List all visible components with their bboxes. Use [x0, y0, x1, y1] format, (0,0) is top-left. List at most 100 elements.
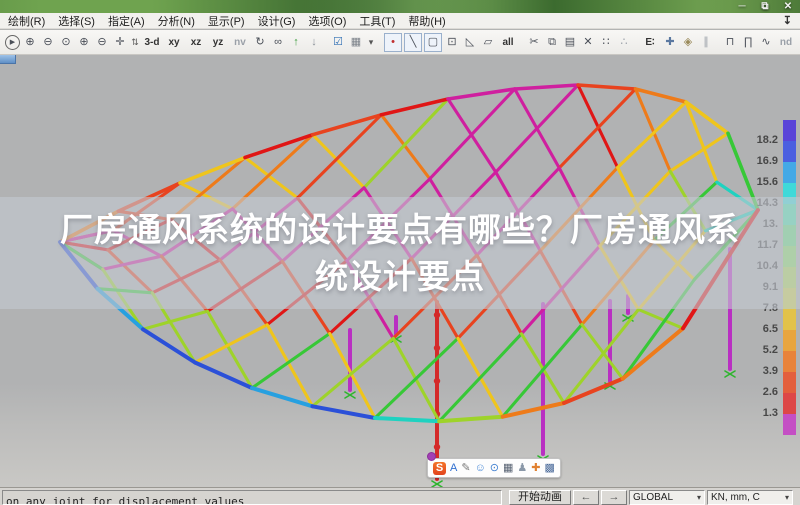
nd-label[interactable]: nd — [776, 34, 796, 51]
legend-color-band — [783, 372, 796, 393]
menu-item-3[interactable]: 分析(N) — [158, 13, 195, 29]
ime-toolbox-icon[interactable]: ▩ — [545, 460, 555, 476]
legend-value-label: 5.2 — [762, 344, 778, 356]
portal-template-icon[interactable]: ∏ — [740, 34, 756, 51]
object-options-icon[interactable]: ▦ — [348, 34, 364, 51]
close-button[interactable]: ✕ — [780, 1, 796, 12]
app-window: ─ ⧉ ✕ 绘制(R) 选择(S) 指定(A) 分析(N) 显示(P) 设计(G) 选项(O) 工… — [0, 0, 800, 505]
reshape-icon[interactable]: ▱ — [480, 34, 496, 51]
next-step-button[interactable]: → — [601, 489, 627, 505]
rubber-band-zoom-icon[interactable]: ⊡ — [444, 34, 460, 51]
units-value: KN, mm, C — [711, 491, 760, 503]
coord-system-value: GLOBAL — [633, 491, 674, 503]
view-yz-button[interactable]: yz — [208, 34, 228, 51]
ime-mic-icon[interactable]: ⊙ — [490, 460, 499, 476]
perspective-toggle-icon[interactable]: ∞ — [270, 34, 286, 51]
view-xz-button[interactable]: xz — [186, 34, 206, 51]
menu-item-1[interactable]: 选择(S) — [58, 13, 95, 29]
snap-points-icon[interactable]: ∴ — [616, 34, 632, 51]
legend-color-band — [783, 162, 796, 183]
status-bar: on any joint for displacement values 开始动… — [0, 487, 800, 505]
start-animation-button[interactable]: 开始动画 — [509, 489, 571, 505]
legend-value-label: 1.3 — [762, 407, 778, 419]
restore-button[interactable]: ⧉ — [757, 1, 773, 12]
select-graph-icon[interactable]: ◺ — [462, 34, 478, 51]
ime-icon-row: A ✎ ☺ ⊙ ▦ ♟ ✚ ▩ — [450, 460, 555, 476]
legend-value-label: 18.2 — [756, 134, 778, 146]
menu-item-8[interactable]: 帮助(H) — [408, 13, 445, 29]
pan-icon[interactable]: ✛ — [112, 34, 128, 51]
legend-color-band — [783, 141, 796, 162]
legend-value-label: 3.9 — [762, 365, 778, 377]
caption-line2: 统设计要点 — [315, 258, 485, 295]
display-caret-icon[interactable]: ▾ — [366, 34, 376, 51]
caption-line1: 厂房通风系统的设计要点有哪些？厂房通风系 — [60, 211, 740, 248]
assign-area-icon[interactable]: ◈ — [680, 34, 696, 51]
ime-person-icon[interactable]: ♟ — [517, 460, 527, 476]
move-icon[interactable]: ✚ — [662, 34, 678, 51]
ime-indicator-dot — [427, 452, 436, 461]
view-nv-button[interactable]: nv — [230, 34, 250, 51]
download-icon[interactable]: ↧ — [783, 14, 792, 27]
zoom-extents-icon[interactable]: ⊕ — [22, 34, 38, 51]
select-all-button[interactable]: all — [498, 34, 518, 51]
legend-color-band — [783, 330, 796, 351]
coord-system-select[interactable]: GLOBAL ▾ — [629, 489, 705, 505]
menu-item-6[interactable]: 选项(O) — [308, 13, 346, 29]
draw-joint-icon[interactable]: • — [384, 32, 402, 52]
grow-objects-icon[interactable]: ↓ — [306, 34, 322, 51]
legend-color-band — [783, 414, 796, 435]
truss-template-icon[interactable]: ∿ — [758, 34, 774, 51]
rotate-3d-icon[interactable]: ↻ — [252, 34, 268, 51]
chevron-down-icon: ▾ — [696, 492, 701, 502]
units-select[interactable]: KN, mm, C ▾ — [707, 489, 793, 505]
menu-bar: 绘制(R) 选择(S) 指定(A) 分析(N) 显示(P) 设计(G) 选项(O) 工具(T)… — [0, 13, 800, 29]
draw-frame-icon[interactable]: ╲ — [404, 32, 422, 52]
menu-item-7[interactable]: 工具(T) — [359, 13, 395, 29]
view-3d-button[interactable]: 3-d — [142, 34, 162, 51]
caption-overlay: 厂房通风系统的设计要点有哪些？厂房通风系 统设计要点 — [0, 197, 800, 309]
window-controls: ─ ⧉ ✕ — [734, 0, 796, 13]
ime-skin-icon[interactable]: ✚ — [531, 460, 540, 476]
menu-item-0[interactable]: 绘制(R) — [8, 13, 45, 29]
delete-icon[interactable]: ✕ — [580, 34, 596, 51]
shrink-objects-icon[interactable]: ↑ — [288, 34, 304, 51]
snap-grid-icon[interactable]: ∷ — [598, 34, 614, 51]
legend-color-band — [783, 309, 796, 330]
extrude-icon[interactable]: E∶ — [640, 34, 660, 51]
ime-keyboard-icon[interactable]: ▦ — [503, 460, 513, 476]
ime-emoji-icon[interactable]: ☺ — [475, 460, 486, 476]
legend-value-label: 16.9 — [756, 155, 778, 167]
legend-color-band — [783, 351, 796, 372]
refresh-window-icon[interactable]: ⇅ — [130, 34, 140, 51]
status-message: on any joint for displacement values — [2, 489, 502, 505]
run-analysis-icon[interactable]: ▶ — [5, 34, 20, 50]
display-options-icon[interactable]: ☑ — [330, 34, 346, 51]
legend-value-label: 15.6 — [756, 176, 778, 188]
assign-frame-icon[interactable]: ∥ — [698, 34, 714, 51]
zoom-out-icon[interactable]: ⊖ — [94, 34, 110, 51]
zoom-window-icon[interactable]: ⊖ — [40, 34, 56, 51]
copy-icon[interactable]: ⧉ — [544, 34, 560, 51]
zoom-in-icon[interactable]: ⊕ — [76, 34, 92, 51]
menu-item-2[interactable]: 指定(A) — [108, 13, 145, 29]
frame-template-icon[interactable]: ⊓ — [722, 34, 738, 51]
view-xy-button[interactable]: xy — [164, 34, 184, 51]
paste-icon[interactable]: ▤ — [562, 34, 578, 51]
sogou-logo-icon[interactable]: S — [433, 461, 446, 475]
legend-color-band — [783, 120, 796, 141]
window-titlebar: ─ ⧉ ✕ — [0, 0, 800, 13]
ime-pen-icon[interactable]: ✎ — [461, 460, 470, 476]
minimize-button[interactable]: ─ — [734, 1, 750, 12]
zoom-previous-icon[interactable]: ⊙ — [58, 34, 74, 51]
model-viewport[interactable]: 18.216.915.614.313.11.710.49.17.86.55.23… — [0, 55, 800, 487]
legend-color-band — [783, 393, 796, 414]
main-toolbar: ▶ ⊕ ⊖ ⊙ ⊕ ⊖ ✛ ⇅ 3-d xy xz yz nv ↻ ∞ ↑ ↓ ☑ ▦ ▾ • ╲ ▢ ⊡ ◺ ▱ all ✂ ⧉ ▤ ✕ ∷… — [0, 30, 800, 55]
cut-icon[interactable]: ✂ — [526, 34, 542, 51]
ime-letter-mode-icon[interactable]: A — [450, 460, 457, 476]
prev-step-button[interactable]: ← — [573, 489, 599, 505]
draw-area-icon[interactable]: ▢ — [424, 32, 442, 52]
menu-item-5[interactable]: 设计(G) — [258, 13, 296, 29]
ime-toolbar[interactable]: S A ✎ ☺ ⊙ ▦ ♟ ✚ ▩ — [427, 452, 561, 478]
menu-item-4[interactable]: 显示(P) — [208, 13, 245, 29]
